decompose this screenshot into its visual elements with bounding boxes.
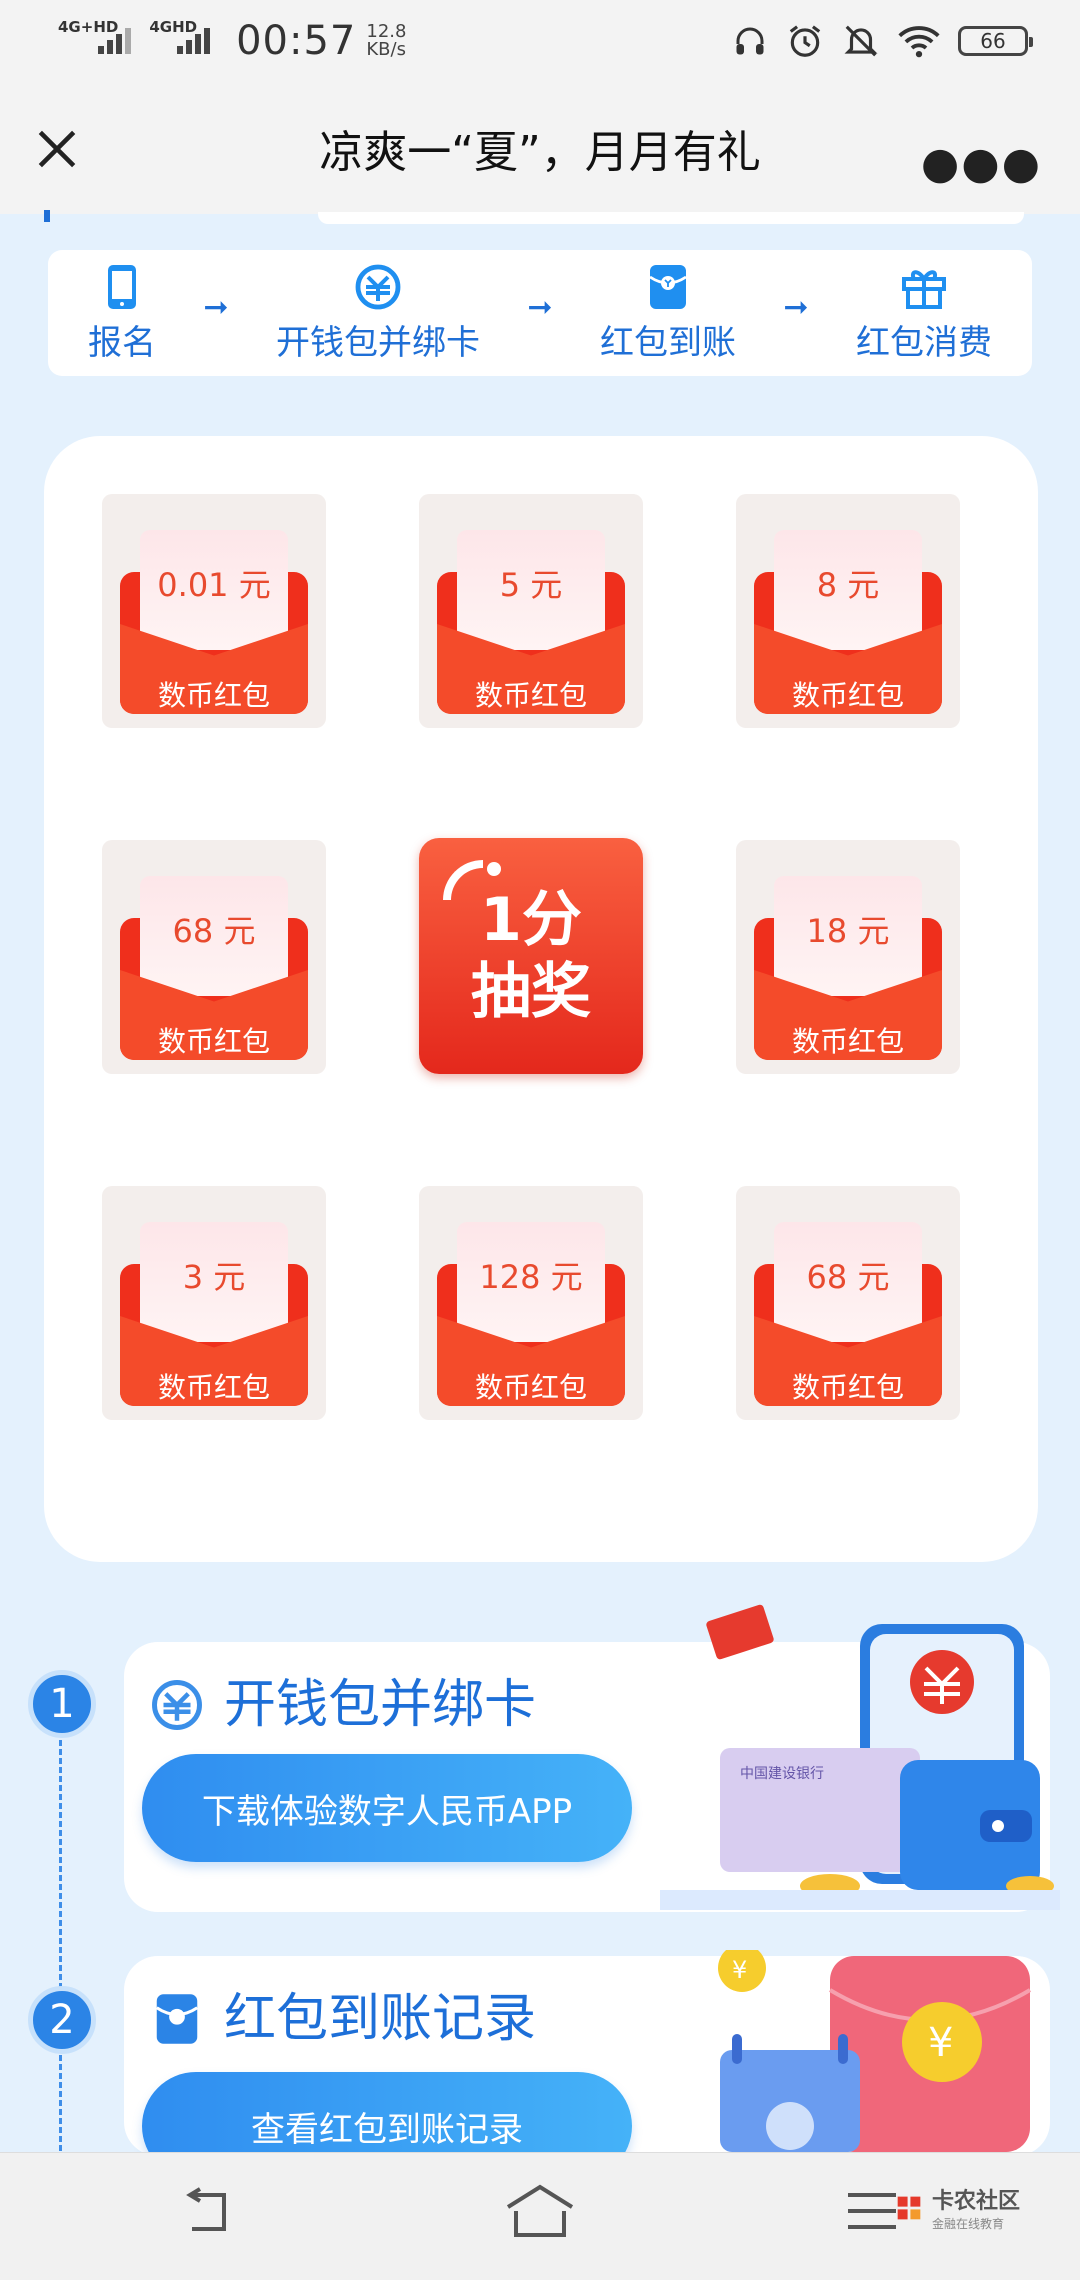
step-open-wallet: 开钱包并绑卡 (276, 263, 480, 364)
prize-amount: 8 元 (774, 530, 922, 650)
sparkle-dot-icon (487, 862, 501, 876)
step-label: 红包到账 (599, 322, 736, 363)
draw-button-line1: 1分 (480, 885, 582, 955)
headset-icon (736, 27, 764, 55)
prize-amount: 3 元 (140, 1222, 288, 1342)
digital-rmb-icon (355, 264, 401, 309)
step-label: 开钱包并绑卡 (275, 322, 480, 363)
home-icon[interactable] (504, 2183, 576, 2239)
svg-text:¥: ¥ (928, 2020, 953, 2066)
signal-2-label: 4GHD (149, 18, 198, 36)
gift-icon (901, 269, 946, 309)
mute-bell-icon (844, 25, 878, 57)
prize-amount: 18 元 (774, 876, 922, 996)
digital-rmb-icon (152, 1680, 202, 1730)
prize-cell: 128 元 数币红包 (419, 1186, 643, 1420)
signal-1-label: 4G+HD (58, 18, 119, 36)
more-options-icon[interactable]: ●●● (921, 138, 1042, 189)
draw-button-line2: 抽奖 (471, 957, 591, 1027)
watermark-sub: 金融在线教育 (931, 2217, 1004, 2231)
step-number-badge: 1 (28, 1670, 96, 1738)
phone-icon (108, 264, 136, 309)
watermark-logo-icon (897, 2196, 921, 2219)
red-envelope-icon (155, 1994, 199, 2044)
prize-label: 数币红包 (474, 679, 587, 712)
wallet-phone-illustration: 中国建设银行 (660, 1604, 1060, 1910)
prize-cell: 68 元 数币红包 (102, 840, 326, 1074)
prize-amount: 128 元 (457, 1222, 605, 1342)
svg-text:¥: ¥ (732, 1956, 747, 1984)
arrow-right-icon: ➞ (783, 289, 809, 325)
arrow-right-icon: ➞ (527, 289, 553, 325)
step-number-badge: 2 (28, 1986, 96, 2054)
step-label: 红包消费 (855, 322, 992, 363)
draw-button[interactable]: 1分 抽奖 (419, 838, 643, 1074)
status-bar: 4G+HD 4GHD 00:57 12.8 KB/s 66 (0, 0, 1080, 82)
prize-label: 数币红包 (157, 1371, 270, 1404)
prize-label: 数币红包 (157, 1025, 270, 1058)
step-red-envelope-arrival: 红包到账 (600, 263, 736, 364)
signal-1: 4G+HD (58, 18, 132, 54)
speed-unit: KB/s (366, 39, 406, 60)
sparkle-icon (443, 860, 483, 900)
clock: 00:57 (236, 18, 357, 64)
arrow-right-icon: ➞ (203, 289, 229, 325)
prize-cell: 5 元 数币红包 (419, 494, 643, 728)
prize-cell: 68 元 数币红包 (736, 1186, 960, 1420)
prize-amount: 0.01 元 (140, 530, 288, 650)
step-spend: 红包消费 (856, 263, 992, 364)
task-title: 开钱包并绑卡 (224, 1675, 537, 1735)
page-title: 凉爽一“夏”，月月有礼 (319, 127, 761, 178)
task-title: 红包到账记录 (224, 1989, 537, 2049)
prize-label: 数币红包 (474, 1371, 587, 1404)
prize-label: 数币红包 (791, 679, 904, 712)
watermark: 卡农社区 金融在线教育 (892, 2183, 1020, 2232)
prize-cell: 3 元 数币红包 (102, 1186, 326, 1420)
prize-label: 数币红包 (157, 679, 270, 712)
close-icon[interactable] (32, 124, 82, 174)
clipped-header-marker (44, 210, 50, 222)
prize-amount: 68 元 (140, 876, 288, 996)
clipped-header-remnant (318, 212, 1024, 224)
watermark-name: 卡农社区 (931, 2189, 1020, 2214)
battery-indicator: 66 (958, 26, 1033, 56)
prize-amount: 5 元 (457, 530, 605, 650)
alarm-icon (789, 25, 821, 57)
prize-label: 数币红包 (791, 1025, 904, 1058)
step-label: 报名 (88, 322, 156, 363)
menu-icon[interactable] (846, 2189, 898, 2233)
network-speed: 12.8 KB/s (366, 23, 406, 59)
red-envelope-icon (649, 264, 687, 309)
prize-cell: 0.01 元 数币红包 (102, 494, 326, 728)
prize-amount: 68 元 (774, 1222, 922, 1342)
step-signup: 报名 (88, 263, 156, 364)
wifi-icon (898, 26, 940, 58)
title-bar: 凉爽一“夏”，月月有礼 ●●● (0, 82, 1080, 214)
process-steps: 报名 ➞ 开钱包并绑卡 ➞ 红包到账 ➞ 红包消费 (48, 250, 1032, 376)
download-app-button[interactable]: 下载体验数字人民币APP (142, 1754, 632, 1862)
back-icon[interactable] (180, 2187, 236, 2237)
timeline-line (59, 1740, 62, 2160)
svg-text:中国建设银行: 中国建设银行 (740, 1766, 824, 1782)
prize-cell: 8 元 数币红包 (736, 494, 960, 728)
prize-cell: 18 元 数币红包 (736, 840, 960, 1074)
calendar-envelope-illustration: ¥ ¥ (718, 1950, 1032, 2152)
prize-label: 数币红包 (791, 1371, 904, 1404)
signal-2: 4GHD (149, 18, 211, 54)
